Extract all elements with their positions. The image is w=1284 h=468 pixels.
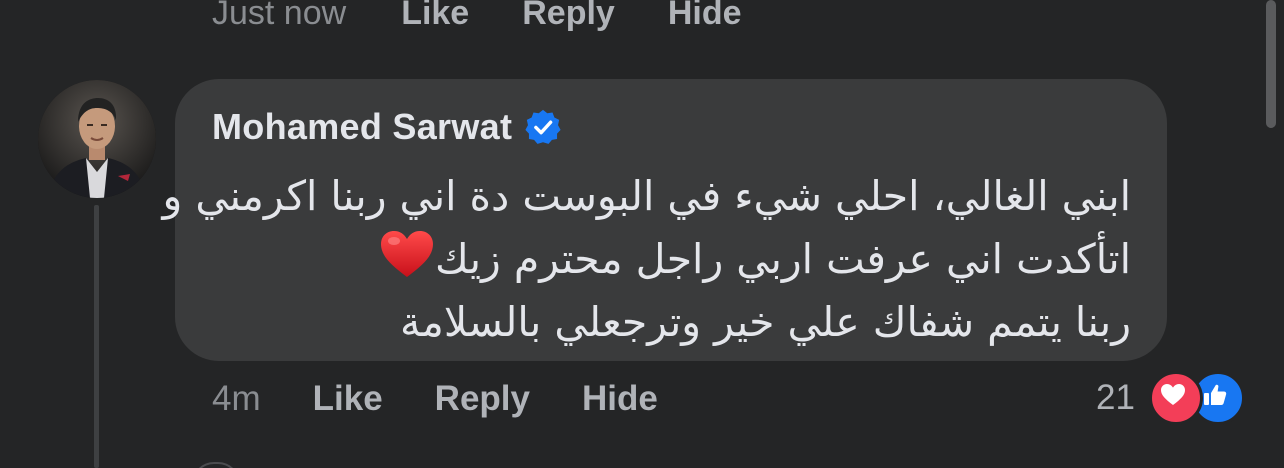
comment-line-2-text: اتأكدت اني عرفت اربي راجل محترم زيك bbox=[435, 235, 1131, 283]
verified-badge-icon bbox=[525, 109, 561, 144]
next-comment-avatar[interactable] bbox=[192, 462, 240, 468]
thread-line bbox=[94, 205, 99, 468]
comment-actions: 4m Like Reply Hide bbox=[212, 374, 710, 424]
previous-comment-actions: Just now Like Reply Hide bbox=[212, 0, 795, 38]
reaction-count: 21 bbox=[1096, 378, 1135, 417]
reply-button[interactable]: Reply bbox=[435, 379, 530, 419]
comment-line-3: ربنا يتمم شفاك علي خير وترجعلي بالسلامة bbox=[399, 298, 1131, 346]
avatar[interactable] bbox=[38, 80, 156, 198]
comment-line-1: ابني الغالي، احلي شيء في البوست دة اني ر… bbox=[162, 172, 1131, 220]
previous-comment-time: Just now bbox=[212, 0, 347, 32]
comment-line-2: اتأكدت اني عرفت اربي راجل محترم زيك bbox=[191, 228, 1131, 291]
previous-like-button[interactable]: Like bbox=[401, 0, 469, 33]
reactions-summary[interactable]: 21 bbox=[1096, 371, 1245, 425]
comment-bubble: Mohamed Sarwat ابني الغالي، احلي شيء في … bbox=[162, 79, 1167, 361]
red-heart-emoji-icon bbox=[381, 231, 434, 277]
scrollbar[interactable] bbox=[1266, 0, 1276, 128]
like-button[interactable]: Like bbox=[313, 379, 383, 419]
author-name[interactable]: Mohamed Sarwat bbox=[212, 106, 512, 148]
previous-reply-button[interactable]: Reply bbox=[522, 0, 615, 33]
previous-hide-button[interactable]: Hide bbox=[668, 0, 742, 33]
comments-thread: Just now Like Reply Hide Mohamed Sarwat … bbox=[0, 0, 1284, 468]
hide-button[interactable]: Hide bbox=[582, 379, 658, 419]
love-reaction-icon bbox=[1148, 371, 1203, 425]
comment-text: ابني الغالي، احلي شيء في البوست دة اني ر… bbox=[162, 165, 1131, 354]
author-row: Mohamed Sarwat bbox=[212, 103, 562, 151]
comment-time[interactable]: 4m bbox=[212, 379, 261, 419]
